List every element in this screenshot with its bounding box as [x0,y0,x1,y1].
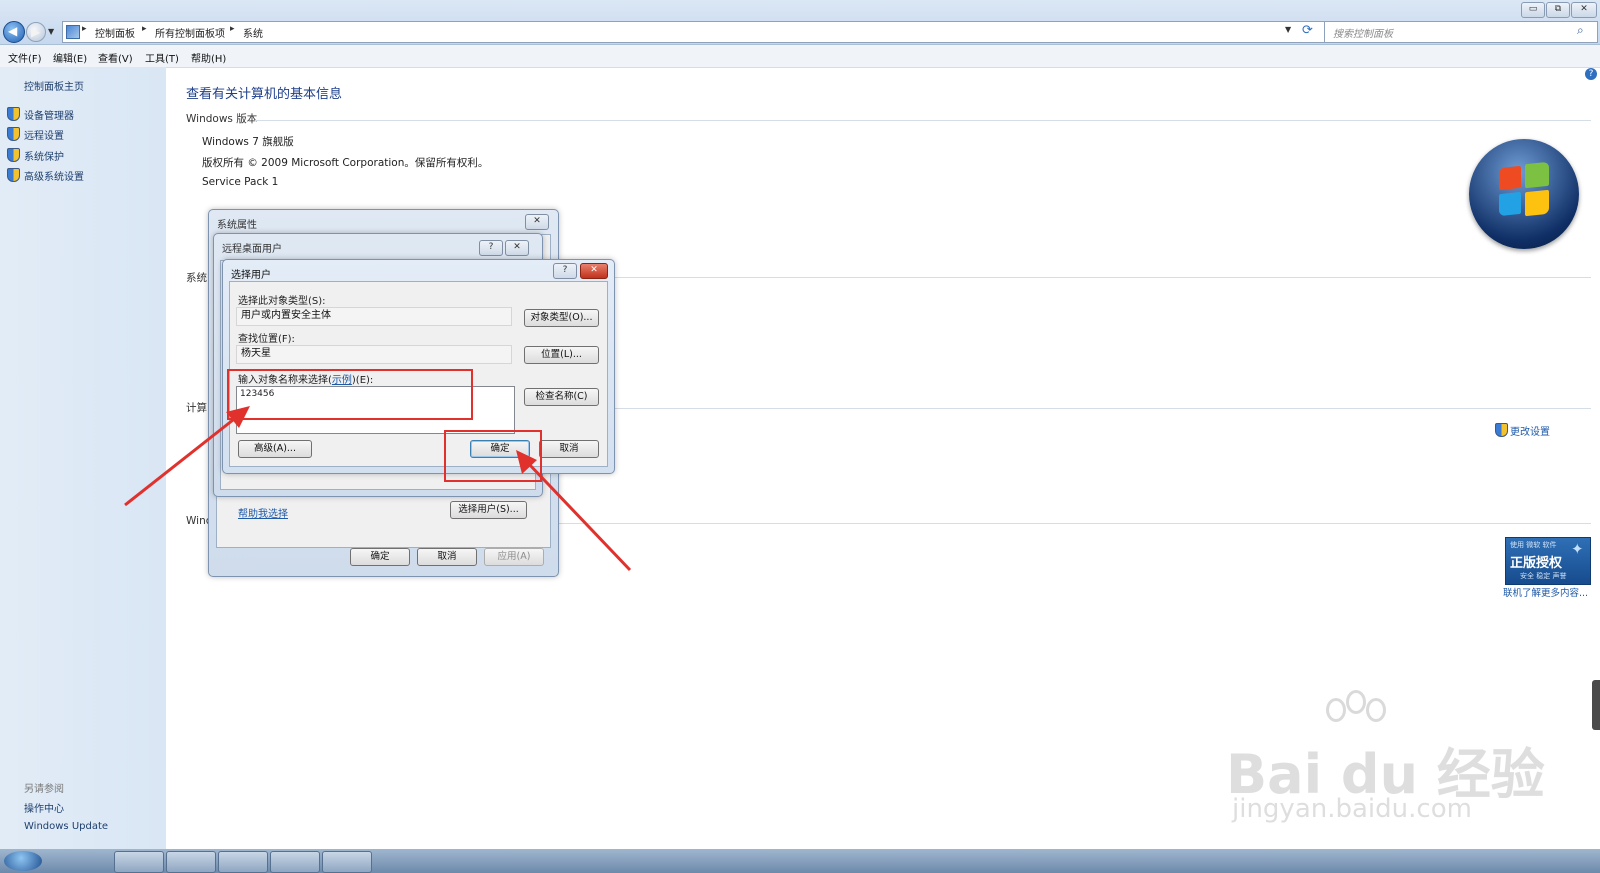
start-button[interactable] [4,851,42,871]
taskbar [0,849,1600,873]
baidu-watermark: Bai du 经验 jingyan.baidu.com [1200,690,1545,830]
annotation-arrow-ok [516,450,632,572]
watermark-url: jingyan.baidu.com [1232,794,1472,824]
taskbar-explorer[interactable] [166,851,216,873]
side-tab[interactable] [1592,680,1600,730]
taskbar-app-5[interactable] [322,851,372,873]
taskbar-app-4[interactable] [270,851,320,873]
taskbar-media[interactable] [218,851,268,873]
annotation-arrow-names [124,406,250,507]
taskbar-ie[interactable] [114,851,164,873]
